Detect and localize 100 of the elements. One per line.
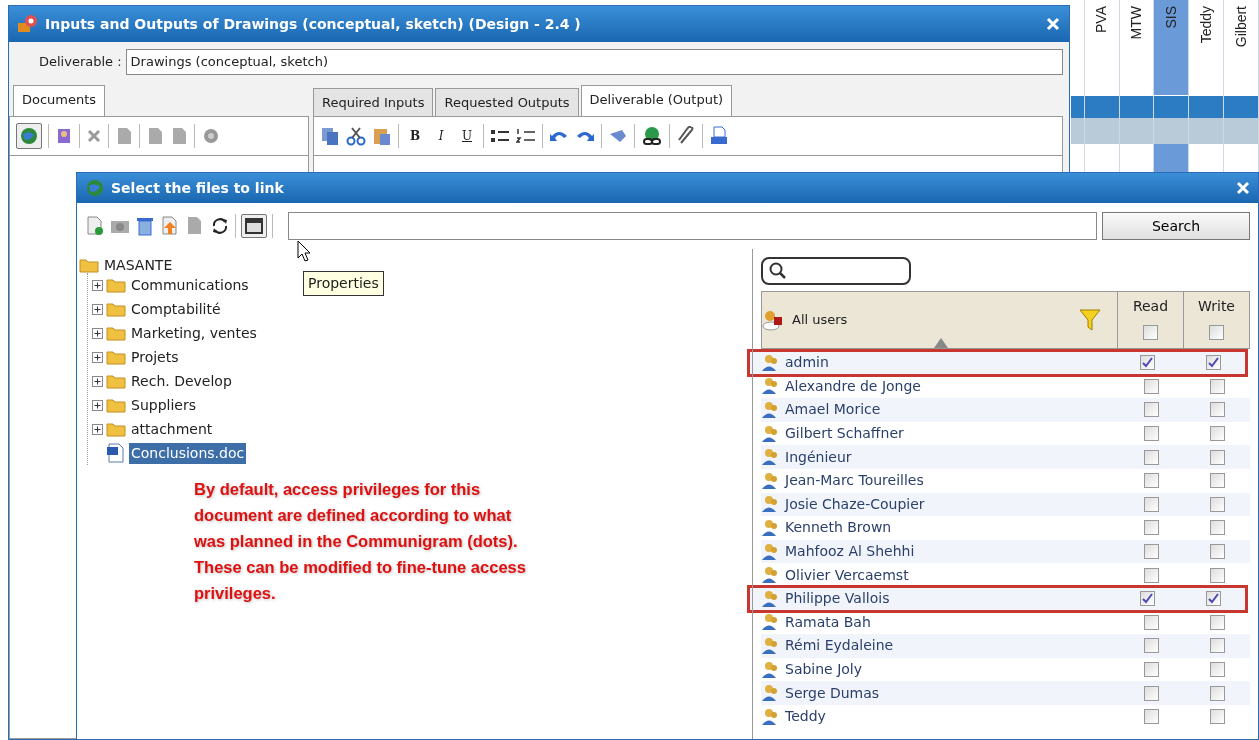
checkbox[interactable]	[1205, 355, 1221, 371]
user-name[interactable]: Jean-Marc Toureilles	[785, 470, 924, 492]
expand-icon[interactable]	[92, 423, 103, 435]
column-header[interactable]: Teddy	[1195, 6, 1217, 44]
checkbox[interactable]	[1143, 685, 1159, 701]
checkbox[interactable]	[1209, 378, 1225, 394]
checkbox[interactable]	[1143, 638, 1159, 654]
new-file-icon[interactable]	[85, 216, 105, 236]
search-field[interactable]	[761, 257, 911, 285]
expand-icon[interactable]	[92, 279, 103, 291]
grid-cell[interactable]	[1189, 118, 1224, 144]
checkbox[interactable]	[1143, 325, 1158, 340]
close-icon[interactable]	[1045, 16, 1061, 32]
checkbox[interactable]	[1143, 496, 1159, 512]
format-button[interactable]: U	[457, 127, 477, 145]
checkbox[interactable]	[1209, 709, 1225, 725]
search-button[interactable]: Search	[1102, 212, 1250, 240]
expand-icon[interactable]	[92, 375, 103, 387]
grid-cell[interactable]	[1154, 118, 1189, 144]
close-icon[interactable]	[1236, 181, 1250, 195]
refresh-icon[interactable]	[210, 216, 230, 236]
column-header[interactable]: Gilbert	[1230, 6, 1252, 48]
filter-icon[interactable]	[1079, 308, 1101, 332]
scissors-icon[interactable]	[346, 126, 366, 146]
tree-item[interactable]: Projets	[129, 346, 181, 368]
checkbox[interactable]	[1209, 544, 1225, 560]
checkbox[interactable]	[1139, 591, 1155, 607]
checkbox[interactable]	[1143, 402, 1159, 418]
column-header[interactable]: Write	[1198, 296, 1235, 317]
checkbox[interactable]	[1143, 709, 1159, 725]
checkbox[interactable]	[1143, 449, 1159, 465]
bullet-list-icon[interactable]	[490, 128, 510, 144]
tree-item[interactable]: MASANTE	[102, 254, 175, 276]
user-name[interactable]: Teddy	[785, 706, 826, 728]
user-name[interactable]: Kenneth Brown	[785, 517, 892, 539]
user-name[interactable]: Serge Dumas	[785, 682, 880, 704]
tree-item[interactable]: Conclusions.doc	[129, 442, 247, 464]
grid-cell[interactable]	[1224, 95, 1258, 118]
grid-cell[interactable]	[1189, 95, 1224, 118]
checkbox[interactable]	[1209, 662, 1225, 677]
expand-icon[interactable]	[92, 303, 103, 315]
search-field[interactable]	[288, 212, 1097, 240]
user-name[interactable]: Sabine Joly	[785, 659, 863, 680]
grid-cell[interactable]	[1071, 118, 1084, 144]
checkbox[interactable]	[1143, 567, 1159, 583]
checkbox[interactable]	[1209, 638, 1225, 654]
tree-item[interactable]: Communications	[129, 274, 251, 296]
user-name[interactable]: Gilbert Schaffner	[785, 423, 904, 445]
checkbox[interactable]	[1209, 520, 1225, 536]
tree-item[interactable]: Suppliers	[129, 394, 198, 416]
column-header[interactable]: SIS	[1160, 6, 1182, 29]
tree-item[interactable]: Comptabilité	[129, 298, 223, 320]
grid-cell[interactable]	[1119, 118, 1154, 144]
checkbox[interactable]	[1139, 355, 1155, 371]
tab[interactable]: Deliverable (Output)	[580, 84, 733, 116]
tree-item[interactable]: attachment	[129, 418, 215, 440]
page-icon[interactable]	[170, 126, 188, 146]
checkbox[interactable]	[1209, 325, 1224, 340]
tab[interactable]: Documents	[13, 84, 106, 116]
tab[interactable]: Requested Outputs	[435, 87, 579, 116]
grid-cell[interactable]	[1224, 118, 1258, 144]
expand-icon[interactable]	[92, 327, 103, 339]
user-name[interactable]: admin	[785, 352, 829, 374]
tab[interactable]: Required Inputs	[313, 87, 434, 116]
checkbox[interactable]	[1143, 426, 1159, 442]
checkbox[interactable]	[1209, 614, 1225, 630]
user-name[interactable]: Philippe Vallois	[785, 588, 890, 610]
checkbox[interactable]	[1143, 378, 1159, 394]
checkbox[interactable]	[1209, 426, 1225, 442]
trash-icon[interactable]	[135, 216, 155, 236]
print-icon[interactable]	[709, 126, 729, 146]
upload-icon[interactable]	[160, 216, 180, 236]
link-globe-icon[interactable]	[641, 125, 663, 147]
checkbox[interactable]	[1209, 496, 1225, 512]
checkbox[interactable]	[1143, 544, 1159, 560]
column-header[interactable]: All users	[792, 310, 848, 330]
column-header[interactable]: Read	[1132, 296, 1169, 317]
grid-cell[interactable]	[1084, 95, 1119, 118]
checkbox[interactable]	[1209, 473, 1225, 489]
numbered-list-icon[interactable]	[516, 128, 536, 144]
page-icon[interactable]	[115, 126, 133, 146]
user-name[interactable]: Ingénieur	[785, 446, 852, 468]
properties-button[interactable]	[241, 214, 267, 238]
checkbox[interactable]	[1209, 567, 1225, 583]
user-name[interactable]: Ramata Bah	[785, 611, 871, 633]
delete-icon[interactable]	[86, 128, 102, 144]
checkbox[interactable]	[1143, 473, 1159, 489]
grid-cell[interactable]	[1154, 95, 1189, 118]
deliverable-field[interactable]: Drawings (conceptual, sketch)	[125, 49, 1063, 75]
expand-icon[interactable]	[92, 399, 103, 411]
grid-cell[interactable]	[1084, 118, 1119, 144]
people-icon[interactable]	[55, 127, 73, 145]
checkbox[interactable]	[1209, 449, 1225, 465]
tree-item[interactable]: Rech. Develop	[129, 370, 234, 392]
column-header[interactable]: MTW	[1126, 6, 1148, 40]
checkbox[interactable]	[1143, 662, 1159, 677]
format-button[interactable]: I	[431, 127, 451, 145]
checkbox[interactable]	[1209, 402, 1225, 418]
user-name[interactable]: Amael Morice	[785, 399, 881, 421]
expand-icon[interactable]	[92, 351, 103, 363]
